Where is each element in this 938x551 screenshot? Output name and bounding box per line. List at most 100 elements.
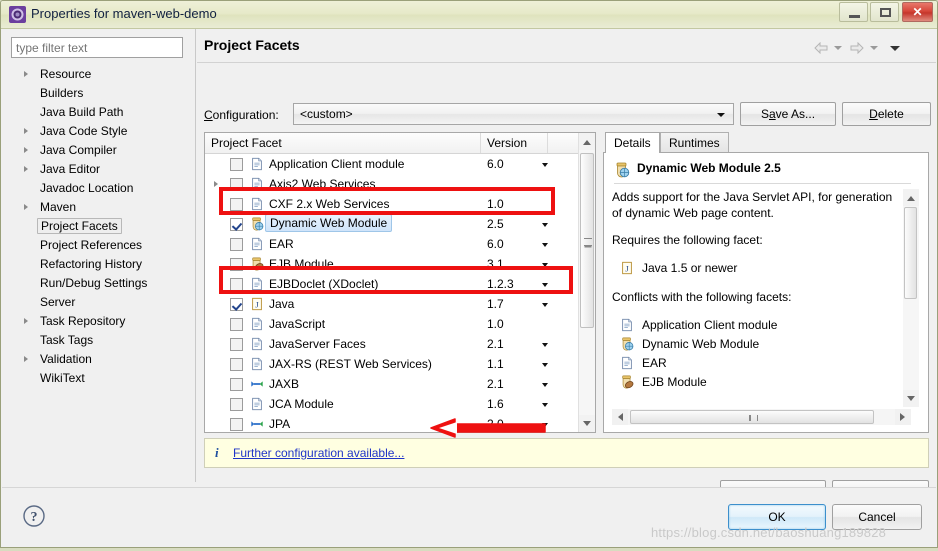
facet-checkbox[interactable] [230, 418, 243, 431]
facet-checkbox[interactable] [230, 218, 243, 231]
facets-vertical-scrollbar[interactable] [578, 133, 595, 432]
facet-row[interactable]: JCA Module 1.6 [205, 394, 578, 414]
facet-row[interactable]: Axis2 Web Services [205, 174, 578, 194]
doc-icon [252, 177, 262, 191]
sidebar-item-server[interactable]: Server [2, 293, 196, 312]
expand-arrow-icon[interactable] [24, 71, 28, 77]
expand-arrow-icon[interactable] [24, 147, 28, 153]
svg-text:J: J [625, 264, 629, 274]
expand-arrow-icon[interactable] [24, 356, 28, 362]
facet-row[interactable]: J Java 1.7 [205, 294, 578, 314]
save-as-button[interactable]: Save As... [740, 102, 836, 126]
sidebar-item-maven[interactable]: Maven [2, 198, 196, 217]
help-question-icon[interactable]: ? [22, 504, 46, 528]
sidebar-item-java-build-path[interactable]: Java Build Path [2, 103, 196, 122]
close-button[interactable]: ✕ [902, 2, 933, 22]
facet-checkbox[interactable] [230, 178, 243, 191]
forward-arrow-icon[interactable] [850, 42, 864, 54]
expand-arrow-icon[interactable] [24, 318, 28, 324]
facet-checkbox[interactable] [230, 298, 243, 311]
tab-runtimes[interactable]: Runtimes [660, 132, 729, 153]
maximize-button[interactable] [870, 2, 899, 22]
facet-row[interactable]: JAXB 2.1 [205, 374, 578, 394]
version-chevron-down-icon[interactable] [542, 223, 548, 227]
details-vertical-scrollbar[interactable] [903, 189, 919, 407]
facet-row[interactable]: Dynamic Web Module 2.5 [205, 214, 578, 234]
facet-row[interactable]: JAX-RS (REST Web Services) 1.1 [205, 354, 578, 374]
version-chevron-down-icon[interactable] [542, 343, 548, 347]
minimize-button[interactable] [839, 2, 868, 22]
facet-checkbox[interactable] [230, 238, 243, 251]
scroll-right-icon[interactable] [895, 409, 911, 425]
version-chevron-down-icon[interactable] [542, 383, 548, 387]
version-chevron-down-icon[interactable] [542, 243, 548, 247]
facet-row[interactable]: JavaScript 1.0 [205, 314, 578, 334]
configuration-combobox[interactable]: <custom> [293, 103, 734, 125]
save-as-label-post: ve As... [775, 107, 816, 121]
version-chevron-down-icon[interactable] [542, 283, 548, 287]
expand-arrow-icon[interactable] [24, 204, 28, 210]
version-chevron-down-icon[interactable] [542, 363, 548, 367]
facet-name: JCA Module [269, 397, 334, 411]
sidebar-item-run-debug-settings[interactable]: Run/Debug Settings [2, 274, 196, 293]
expand-arrow-icon[interactable] [24, 166, 28, 172]
version-chevron-down-icon[interactable] [542, 403, 548, 407]
sidebar-item-label: Maven [40, 200, 77, 214]
version-chevron-down-icon[interactable] [542, 263, 548, 267]
delete-button[interactable]: Delete [842, 102, 931, 126]
details-scroll-up-icon[interactable] [903, 189, 919, 206]
column-header-version[interactable]: Version [481, 133, 548, 153]
sidebar-item-project-facets[interactable]: Project Facets [2, 217, 196, 236]
details-horizontal-scrollbar[interactable] [612, 409, 911, 425]
facet-checkbox[interactable] [230, 338, 243, 351]
expand-arrow-icon[interactable] [214, 181, 218, 187]
scroll-left-icon[interactable] [612, 409, 628, 425]
facet-row[interactable]: EJBDoclet (XDoclet) 1.2.3 [205, 274, 578, 294]
sidebar-item-validation[interactable]: Validation [2, 350, 196, 369]
facet-row[interactable]: EAR 6.0 [205, 234, 578, 254]
details-scroll-down-icon[interactable] [903, 390, 919, 407]
version-chevron-down-icon[interactable] [542, 163, 548, 167]
facet-checkbox[interactable] [230, 278, 243, 291]
facet-checkbox[interactable] [230, 158, 243, 171]
sidebar-item-javadoc-location[interactable]: Javadoc Location [2, 179, 196, 198]
web-module-icon [622, 337, 634, 351]
scroll-down-icon[interactable] [579, 415, 595, 432]
back-arrow-icon[interactable] [814, 42, 828, 54]
tab-details[interactable]: Details [605, 132, 660, 153]
expand-arrow-icon[interactable] [24, 128, 28, 134]
column-header-blank[interactable] [548, 133, 578, 153]
filter-input[interactable] [11, 37, 183, 58]
sidebar-item-java-compiler[interactable]: Java Compiler [2, 141, 196, 160]
sidebar-item-refactoring-history[interactable]: Refactoring History [2, 255, 196, 274]
sidebar-item-wikitext[interactable]: WikiText [2, 369, 196, 388]
facet-checkbox[interactable] [230, 358, 243, 371]
details-scrollbar-thumb[interactable] [904, 207, 917, 299]
facet-checkbox[interactable] [230, 258, 243, 271]
sidebar-item-java-code-style[interactable]: Java Code Style [2, 122, 196, 141]
sidebar-item-builders[interactable]: Builders [2, 84, 196, 103]
further-configuration-link[interactable]: Further configuration available... [233, 446, 404, 460]
sidebar-item-resource[interactable]: Resource [2, 65, 196, 84]
version-chevron-down-icon[interactable] [542, 303, 548, 307]
facet-row[interactable]: JavaServer Faces 2.1 [205, 334, 578, 354]
details-facet-label: EAR [642, 356, 667, 370]
details-hscrollbar-thumb[interactable] [630, 410, 874, 424]
forward-history-chevron-down-icon[interactable] [870, 46, 878, 50]
facet-checkbox[interactable] [230, 318, 243, 331]
sidebar-item-java-editor[interactable]: Java Editor [2, 160, 196, 179]
column-header-project-facet[interactable]: Project Facet [205, 133, 481, 153]
facet-row[interactable]: EJB Module 3.1 [205, 254, 578, 274]
sidebar-item-task-repository[interactable]: Task Repository [2, 312, 196, 331]
page-menu-chevron-down-icon[interactable] [890, 46, 900, 51]
facet-checkbox[interactable] [230, 398, 243, 411]
sidebar-item-task-tags[interactable]: Task Tags [2, 331, 196, 350]
facet-checkbox[interactable] [230, 378, 243, 391]
facet-checkbox[interactable] [230, 198, 243, 211]
facet-row[interactable]: Application Client module 6.0 [205, 154, 578, 174]
back-history-chevron-down-icon[interactable] [834, 46, 842, 50]
scrollbar-thumb[interactable] [580, 153, 594, 328]
scroll-up-icon[interactable] [579, 133, 595, 150]
facet-row[interactable]: CXF 2.x Web Services 1.0 [205, 194, 578, 214]
sidebar-item-project-references[interactable]: Project References [2, 236, 196, 255]
